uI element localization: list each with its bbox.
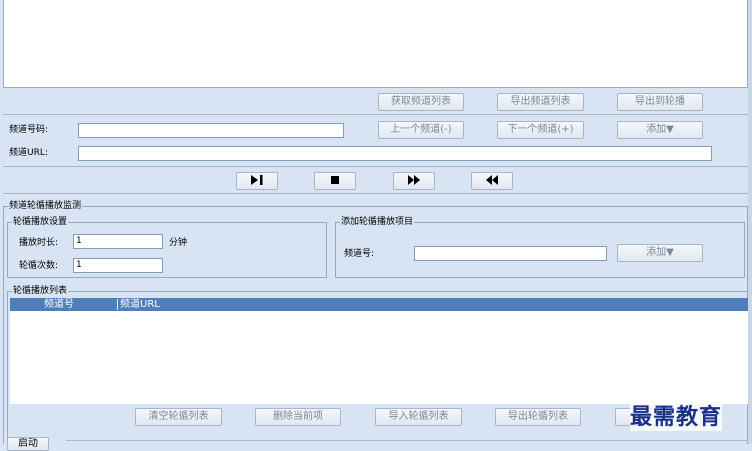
rewind-icon <box>486 175 498 185</box>
export-channel-list-button[interactable]: 导出频道列表 <box>497 93 584 111</box>
divider <box>3 166 748 167</box>
column-header-channel-url[interactable]: 频道URL <box>120 298 160 311</box>
import-carousel-list-button[interactable]: 导入轮循列表 <box>375 408 462 426</box>
divider <box>3 193 748 194</box>
watermark-logo: 最需教育 <box>630 399 723 431</box>
count-input[interactable]: 1 <box>73 258 163 273</box>
carousel-playlist-table[interactable]: 频道号 频道URL <box>10 298 748 404</box>
export-carousel-list-button[interactable]: 导出轮循列表 <box>495 408 581 426</box>
right-edge-bar <box>748 0 752 444</box>
play-pause-icon <box>251 175 263 185</box>
delete-current-item-button[interactable]: 删除当前项 <box>255 408 341 426</box>
channel-url-input[interactable] <box>78 146 712 161</box>
add-carousel-item-button[interactable]: 添加▼ <box>617 244 703 262</box>
carousel-settings-title: 轮循播放设置 <box>12 216 69 228</box>
prev-channel-button[interactable]: 上一个频道(-) <box>378 121 464 139</box>
channel-list-panel[interactable] <box>3 0 748 88</box>
add-channel-button[interactable]: 添加▼ <box>617 121 703 139</box>
get-channel-list-button[interactable]: 获取频道列表 <box>378 93 464 111</box>
add-item-channel-label: 频道号: <box>344 249 375 259</box>
bottom-divider <box>66 440 748 441</box>
table-header: 频道号 频道URL <box>10 298 748 311</box>
carousel-monitor-title: 频道轮循播放监测 <box>8 200 83 212</box>
stop-button[interactable] <box>314 172 356 190</box>
fast-forward-icon <box>408 175 420 185</box>
start-button[interactable]: 启动 <box>7 437 49 451</box>
duration-unit-label: 分钟 <box>169 238 188 248</box>
add-carousel-item-group: 添加轮循播放项目 频道号: 添加▼ <box>335 216 745 278</box>
channel-number-input[interactable] <box>78 123 344 138</box>
duration-label: 播放时长: <box>19 238 59 248</box>
count-label: 轮循次数: <box>19 261 59 271</box>
play-pause-button[interactable] <box>236 172 278 190</box>
column-divider <box>117 299 118 310</box>
add-carousel-item-title: 添加轮循播放项目 <box>340 216 415 228</box>
fast-forward-button[interactable] <box>393 172 435 190</box>
carousel-settings-group: 轮循播放设置 播放时长: 1 分钟 轮循次数: 1 <box>7 216 327 278</box>
column-header-channel-number[interactable]: 频道号 <box>44 298 74 311</box>
duration-input[interactable]: 1 <box>73 234 163 249</box>
divider <box>3 114 748 115</box>
rewind-button[interactable] <box>471 172 513 190</box>
channel-url-label: 频道URL: <box>9 148 48 158</box>
channel-number-label: 频道号码: <box>9 125 49 135</box>
export-to-carousel-button[interactable]: 导出到轮播 <box>617 93 703 111</box>
carousel-playlist-title: 轮循播放列表 <box>12 285 69 297</box>
add-item-channel-input[interactable] <box>414 246 607 261</box>
clear-carousel-list-button[interactable]: 清空轮循列表 <box>135 408 222 426</box>
stop-icon <box>331 176 339 184</box>
next-channel-button[interactable]: 下一个频道(+) <box>497 121 584 139</box>
